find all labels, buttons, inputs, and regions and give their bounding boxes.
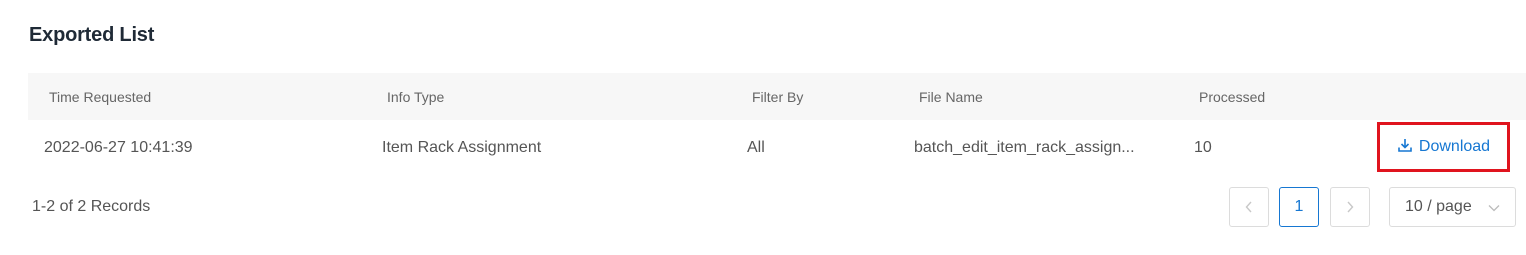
cell-info-type: Item Rack Assignment (382, 139, 542, 156)
header-file-name: File Name (919, 89, 983, 105)
download-highlight-box: Download (1377, 122, 1510, 172)
exported-list-page: Exported List Time Requested Info Type F… (0, 0, 1526, 255)
cell-time-requested: 2022-06-27 10:41:39 (44, 139, 193, 156)
header-filter-by: Filter By (752, 89, 804, 105)
table-header: Time Requested Info Type Filter By File … (28, 73, 1526, 120)
header-info-type: Info Type (387, 89, 445, 105)
download-icon (1397, 137, 1413, 158)
cell-file-name: batch_edit_item_rack_assign... (914, 139, 1135, 156)
page-size-select[interactable]: 10 / page (1389, 187, 1516, 227)
chevron-down-icon (1488, 205, 1500, 212)
page-size-value: 10 / page (1405, 198, 1472, 215)
page-title: Exported List (29, 24, 155, 46)
page-number-button[interactable]: 1 (1279, 187, 1319, 227)
exported-table: Time Requested Info Type Filter By File … (28, 73, 1526, 178)
cell-processed: 10 (1194, 139, 1212, 156)
chevron-left-icon (1245, 201, 1252, 213)
download-label: Download (1418, 138, 1491, 155)
chevron-right-icon (1347, 201, 1354, 213)
records-count: 1-2 of 2 Records (32, 198, 151, 215)
header-processed: Processed (1199, 89, 1266, 105)
prev-page-button[interactable] (1229, 187, 1269, 227)
cell-filter-by: All (747, 139, 765, 156)
next-page-button[interactable] (1330, 187, 1370, 227)
download-button[interactable]: Download (1397, 137, 1490, 158)
table-row: 2022-06-27 10:41:39 Item Rack Assignment… (28, 120, 1526, 178)
header-time-requested: Time Requested (49, 89, 152, 105)
